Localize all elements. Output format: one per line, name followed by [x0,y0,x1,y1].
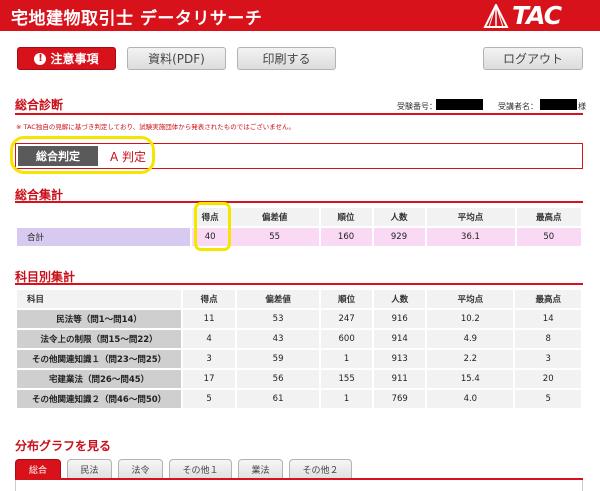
table-cell: 50 [516,228,581,246]
table-cell: 14 [515,310,581,328]
table-cell: 913 [374,350,426,368]
sogo-shindan-title: 総合診断 [15,98,64,112]
table-row: 民法等（問1〜問14） 11 53 247 916 10.2 14 [17,310,581,328]
column-header: 人数 [373,208,425,226]
pdf-button[interactable]: 資料(PDF) [127,47,226,70]
name-label: 受講者名： [498,102,538,111]
table-cell: 769 [374,390,426,408]
disclaimer-note: ※ TAC独自の見解に基づき判定しており、試験実施団体から発表されたものではござ… [16,123,296,131]
table-row: その他関連知識２（問46〜問50） 5 61 1 769 4.0 5 [17,390,581,408]
table-cell: 1 [321,350,373,368]
table-cell: 4.9 [427,330,514,348]
notice-button[interactable]: ! 注意事項 [17,47,116,70]
table-row: その他関連知識１（問23〜問25） 3 59 1 913 2.2 3 [17,350,581,368]
tac-logo-icon [483,3,509,28]
table-cell: 10.2 [427,310,514,328]
exam-number-label: 受験番号： [397,102,437,111]
table-cell: 43 [237,330,320,348]
table-cell: 20 [515,370,581,388]
table-row: 法令上の制限（問15〜問22） 4 43 600 914 4.9 8 [17,330,581,348]
logo-text: TAC [512,1,562,30]
table-cell: 8 [515,330,581,348]
row-label: 合計 [17,228,190,246]
table-cell: 4.0 [427,390,514,408]
section-divider [15,201,583,203]
column-header: 偏差値 [237,290,320,308]
table-cell: 3 [183,350,236,368]
subject-label: その他関連知識１（問23〜問25） [17,350,182,368]
exam-number-redacted [436,99,483,110]
column-header: 最高点 [516,208,581,226]
table-cell: 3 [515,350,581,368]
table-cell: 1 [321,390,373,408]
table-cell: 59 [237,350,320,368]
section-divider [15,113,583,115]
graph-panel [15,480,583,491]
honorific: 様 [578,102,586,111]
print-button[interactable]: 印刷する [237,47,336,70]
subject-label: 法令上の制限（問15〜問22） [17,330,182,348]
table-cell: 55 [230,228,319,246]
table-cell: 5 [183,390,236,408]
blank-header [17,208,190,226]
name-redacted [540,99,577,110]
table-cell: 914 [374,330,426,348]
tab-sogo[interactable]: 総合 [15,459,61,479]
table-cell: 600 [321,330,373,348]
tab-minpo[interactable]: 民法 [67,459,112,479]
bunpu-title: 分布グラフを見る [15,439,112,453]
tab-sonota2[interactable]: その他２ [289,459,352,479]
table-cell: 17 [183,370,236,388]
column-header: 最高点 [515,290,581,308]
app-header: 宅地建物取引士 データリサーチ TAC [0,0,600,31]
table-cell: 155 [321,370,373,388]
table-cell: 247 [321,310,373,328]
column-header: 偏差値 [230,208,319,226]
column-header: 平均点 [426,208,515,226]
column-header: 人数 [374,290,426,308]
subject-label: 宅建業法（問26〜問45） [17,370,182,388]
table-cell: 5 [515,390,581,408]
table-cell: 911 [374,370,426,388]
table-header-row: 得点 偏差値 順位 人数 平均点 最高点 [17,208,581,226]
tab-sonota1[interactable]: その他１ [169,459,232,479]
table-cell: 160 [320,228,372,246]
tac-logo: TAC [481,0,600,31]
table-cell: 15.4 [427,370,514,388]
table-cell: 61 [237,390,320,408]
section-divider [15,283,583,285]
tab-gyoho[interactable]: 業法 [238,459,283,479]
table-cell: 4 [183,330,236,348]
sogo-shukei-table: 得点 偏差値 順位 人数 平均点 最高点 合計 40 55 160 929 36… [15,206,583,248]
notice-button-label: 注意事項 [50,52,99,66]
column-header: 順位 [321,290,373,308]
column-header: 平均点 [427,290,514,308]
table-header-row: 科目 得点 偏差値 順位 人数 平均点 最高点 [17,290,581,308]
column-header: 順位 [320,208,372,226]
table-row: 合計 40 55 160 929 36.1 50 [17,228,581,246]
table-cell: 36.1 [426,228,515,246]
highlight-score [194,202,231,251]
table-cell: 916 [374,310,426,328]
subject-label: その他関連知識２（問46〜問50） [17,390,182,408]
logout-button[interactable]: ログアウト [483,47,583,70]
app-title: 宅地建物取引士 データリサーチ [11,9,263,29]
subject-label: 民法等（問1〜問14） [17,310,182,328]
tab-horei[interactable]: 法令 [118,459,163,479]
table-cell: 929 [373,228,425,246]
table-cell: 11 [183,310,236,328]
column-header: 得点 [183,290,236,308]
table-cell: 56 [237,370,320,388]
table-cell: 2.2 [427,350,514,368]
table-row: 宅建業法（問26〜問45） 17 56 155 911 15.4 20 [17,370,581,388]
highlight-judgement [10,136,155,174]
column-header: 科目 [17,290,182,308]
exclamation-icon: ! [34,52,47,65]
kamoku-shukei-table: 科目 得点 偏差値 順位 人数 平均点 最高点 民法等（問1〜問14） 11 5… [15,288,583,410]
table-cell: 53 [237,310,320,328]
